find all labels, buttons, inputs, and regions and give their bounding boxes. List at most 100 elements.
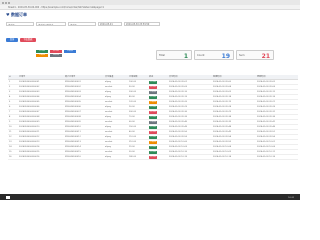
maximize-dot-icon[interactable]: [8, 1, 10, 4]
status-cell: 已付款: [148, 145, 168, 149]
status-badge: 已付款: [149, 96, 158, 99]
table-cell: 2024-05-30 09:00: [213, 81, 232, 83]
start-menu-icon[interactable]: [6, 195, 10, 199]
table-cell: 2024-05-30 09:15: [169, 96, 188, 98]
table-cell: 2024-05-30 09:09: [213, 91, 232, 93]
tag-shipped: 已发货: [64, 50, 76, 53]
table-cell: alipay: [105, 156, 112, 158]
table-cell: 2024053000000005: [19, 101, 40, 103]
table-body: 1 2024053000000001 M20240530001 alipay 100.0…: [8, 80, 298, 160]
table-cell: 99.00: [129, 146, 135, 148]
table-cell: 2024-05-30 10:15: [169, 156, 188, 158]
table-cell: 8: [9, 116, 11, 118]
tag-cancelled: 已取消: [36, 54, 48, 57]
table-cell: 2024-05-30 10:16: [257, 156, 276, 158]
table-cell: 13: [9, 141, 12, 143]
taskbar-clock: 10:31: [288, 196, 294, 199]
status-badge: 已取消: [149, 101, 158, 104]
table-cell: 2024-05-30 09:45: [169, 126, 188, 128]
close-dot-icon[interactable]: [2, 1, 4, 4]
table-cell: 200.00: [129, 91, 136, 93]
status-badge: 已付款: [149, 126, 158, 129]
table-cell: M20240530012: [65, 136, 81, 138]
table-cell: 2024-05-30 09:46: [257, 126, 276, 128]
table-cell: 180.00: [129, 156, 136, 158]
stat-count: Count 19: [194, 50, 234, 60]
table-cell: 2024-05-30 10:11: [257, 151, 276, 153]
table-cell: 2024053000000003: [19, 91, 40, 93]
filter-date-start[interactable]: 2024-05-01: [98, 22, 122, 26]
status-badge: 已付款: [149, 81, 158, 84]
table-cell: 2024-05-30 09:05: [169, 86, 188, 88]
table-header-cell[interactable]: 更新时间: [256, 75, 298, 79]
table-cell: 2024-05-30 09:25: [169, 106, 188, 108]
filter-select-3[interactable]: 请选择: [68, 22, 96, 26]
table-cell: wechat: [105, 151, 113, 153]
table-header-cell[interactable]: 订单金额: [128, 75, 148, 79]
table-header-cell[interactable]: 商户订单号: [64, 75, 104, 79]
table-cell: 2024-05-30 09:01: [169, 81, 188, 83]
table-cell: 16: [9, 156, 12, 158]
table-cell: 7: [9, 111, 11, 113]
table-cell: 2024-05-30 09:30: [169, 111, 188, 113]
table-cell: alipay: [105, 91, 112, 93]
table-cell: 2024-05-30 10:04: [213, 146, 232, 148]
filter-date-end[interactable]: 2024-05-30 23:59:59: [124, 22, 160, 26]
table-header-cell[interactable]: 支付渠道: [104, 75, 128, 79]
tag-pending: 待处理: [50, 54, 62, 57]
table-cell: 2024-05-30 09:56: [257, 136, 276, 138]
table-cell: 2024-05-30 09:41: [257, 121, 276, 123]
table-cell: 2024-05-30 09:04: [213, 86, 232, 88]
url-text: Sheet1 - 2024-05-30-00-000 - https://exa…: [8, 5, 105, 9]
table-cell: wechat: [105, 141, 113, 143]
filter-select-1[interactable]: 请选择: [6, 22, 34, 26]
status-cell: 未付款: [148, 130, 168, 134]
table-header-cell[interactable]: 创建时间: [212, 75, 256, 79]
table-cell: 6: [9, 106, 11, 108]
table-cell: 2024-05-30 10:05: [169, 146, 188, 148]
status-badge: 未付款: [149, 156, 158, 159]
status-cell: 已付款: [148, 115, 168, 119]
table-header-cell[interactable]: #: [8, 75, 18, 79]
os-taskbar: 10:31: [0, 194, 300, 200]
table-cell: alipay: [105, 146, 112, 148]
table-cell: alipay: [105, 106, 112, 108]
status-legend: 已付款 未付款 已发货 已取消 待处理: [36, 50, 116, 60]
table-cell: M20240530014: [65, 146, 81, 148]
table-cell: 2024-05-30 09:59: [213, 141, 232, 143]
table-cell: 2024-05-30 09:10: [169, 91, 188, 93]
table-cell: wechat: [105, 101, 113, 103]
table-cell: alipay: [105, 116, 112, 118]
table-header-cell[interactable]: 订单号: [18, 75, 64, 79]
table-cell: 12: [9, 136, 12, 138]
table-cell: M20240530013: [65, 141, 81, 143]
table-cell: M20240530010: [65, 126, 81, 128]
table-cell: alipay: [105, 126, 112, 128]
table-cell: wechat: [105, 86, 113, 88]
table-cell: M20240530003: [65, 91, 81, 93]
table-cell: 2024-05-30 09:40: [169, 121, 188, 123]
table-cell: alipay: [105, 96, 112, 98]
stat-sum-label: Sum: [239, 54, 245, 57]
table-header-cell[interactable]: 支付时间: [168, 75, 212, 79]
stat-count-value: 19: [221, 52, 230, 60]
table-cell: 2024-05-30 09:54: [213, 136, 232, 138]
table-header-cell[interactable]: 状态: [148, 75, 168, 79]
status-badge: 已发货: [149, 91, 158, 94]
table-cell: M20240530004: [65, 96, 81, 98]
table-cell: 2024-05-30 09:34: [213, 116, 232, 118]
status-cell: 已付款: [148, 125, 168, 129]
table-cell: 210.00: [129, 141, 136, 143]
filter-select-status[interactable]: 请选择订单状态: [36, 22, 66, 26]
minimize-dot-icon[interactable]: [5, 1, 7, 4]
table-cell: 2024053000000011: [19, 131, 40, 133]
export-button[interactable]: 导出数据: [20, 38, 36, 42]
search-button[interactable]: 查询: [6, 38, 18, 42]
table-cell: M20240530011: [65, 131, 81, 133]
status-cell: 已付款: [148, 80, 168, 84]
table-cell: 2024-05-30 09:24: [213, 106, 232, 108]
stat-total: Total 1: [156, 50, 192, 60]
table-cell: 10: [9, 126, 12, 128]
table-cell: 2024-05-30 09:16: [257, 96, 276, 98]
table-cell: 2024-05-30 10:09: [213, 151, 232, 153]
